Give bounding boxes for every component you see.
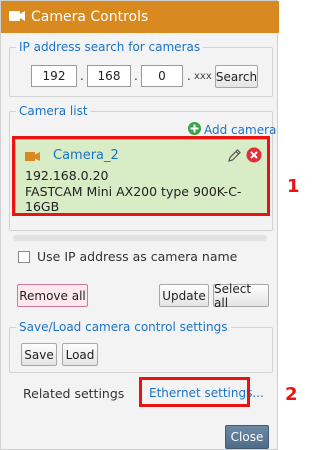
ip-search-legend: IP address search for cameras (16, 40, 204, 54)
callout-number-1: 1 (287, 176, 300, 197)
camera-list-legend: Camera list (16, 104, 91, 118)
highlight-box-ethernet (139, 377, 250, 407)
ip-octet-4-text: xxx (194, 71, 212, 82)
title-bar: Camera Controls (1, 1, 279, 33)
ip-dot: . (80, 69, 84, 83)
save-load-legend: Save/Load camera control settings (16, 320, 231, 334)
highlight-box-camera (12, 136, 270, 216)
use-ip-label: Use IP address as camera name (37, 249, 238, 264)
use-ip-checkbox[interactable] (18, 251, 30, 263)
ip-octet-3-field[interactable]: 0 (141, 65, 183, 87)
remove-all-button[interactable]: Remove all (17, 284, 88, 307)
add-camera-label: Add camera (204, 123, 277, 137)
search-button[interactable]: Search (215, 65, 258, 88)
close-button[interactable]: Close (225, 425, 269, 449)
window-title: Camera Controls (31, 9, 149, 25)
select-all-button[interactable]: Select all (213, 282, 269, 310)
load-button[interactable]: Load (62, 343, 98, 366)
list-scrollbar[interactable] (13, 235, 267, 241)
ip-octet-2-field[interactable]: 168 (87, 65, 131, 87)
ip-octet-1-field[interactable]: 192 (31, 65, 77, 87)
update-button[interactable]: Update (159, 284, 209, 307)
save-button[interactable]: Save (21, 343, 57, 366)
callout-number-2: 2 (285, 384, 298, 405)
camera-icon (9, 10, 25, 25)
ip-dot: . (134, 69, 138, 83)
related-settings-label: Related settings (23, 386, 125, 401)
ip-dot: . (187, 69, 191, 83)
